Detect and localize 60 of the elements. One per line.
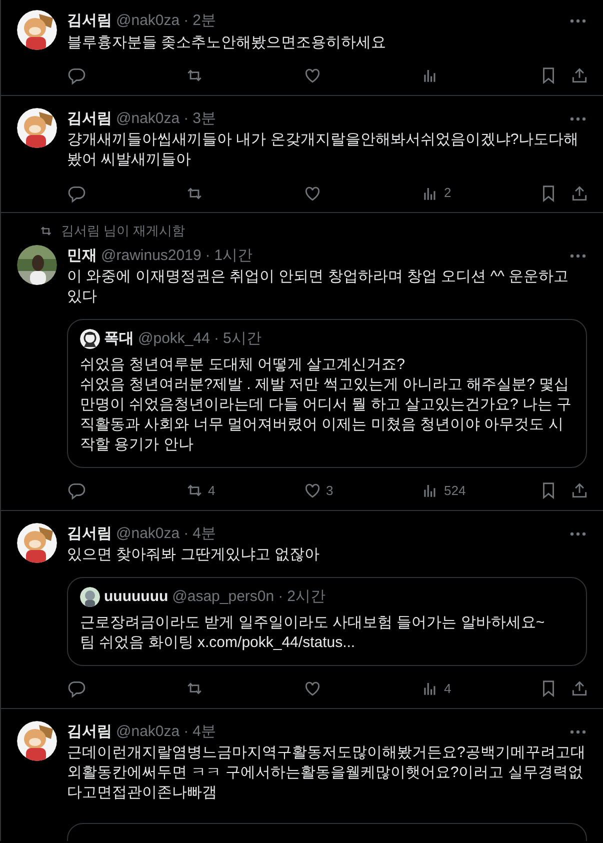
separator-dot: · — [214, 329, 219, 349]
heart-icon — [303, 679, 322, 698]
post-time[interactable]: 4분 — [192, 522, 216, 545]
author-name[interactable]: 김서림 — [67, 522, 112, 545]
post-time[interactable]: 3분 — [192, 108, 216, 130]
repost-label[interactable]: 김서림 님이 재게시함 — [61, 221, 186, 240]
reply-icon — [67, 679, 86, 698]
author-name[interactable]: 폭대 — [104, 328, 134, 350]
post-time[interactable]: 5시간 — [222, 328, 262, 350]
heart-icon — [303, 481, 322, 500]
author-handle[interactable]: @nak0za — [116, 720, 180, 743]
share-icon — [570, 66, 589, 85]
like-count[interactable]: 3 — [326, 480, 334, 500]
quote-card[interactable]: 폭대 @pokk_44 · 5시간 쉬었음 청년여루분 도대체 어떻게 살고계신거죠? 쉬었음 청년여러분?제발 . 제발 저만 썩고있는게 아니라고 해주실분? 몇십만명이 쉬었음청년이라는데 다들 어디서 뭘 하고 살고있는건가요? 나는 구직활동과 사회와 너무 멀어져버렸어 이제는 미쳤음 청년이야 아무것도 시작할 용기가 안나 — [67, 319, 587, 468]
reply-icon — [67, 66, 86, 85]
author-name[interactable]: 김서림 — [67, 720, 112, 743]
author-handle[interactable]: @asap_pers0n — [172, 586, 274, 608]
separator-dot: · — [205, 246, 210, 266]
view-count[interactable]: 4 — [444, 678, 452, 698]
heart-icon — [303, 66, 322, 85]
post-text: 이 와중에 이재명정권은 취업이 안되면 창업하라며 창업 오디션 ^^ 운운하고 있다 — [67, 267, 570, 307]
separator-dot: · — [278, 587, 284, 607]
repost-count[interactable]: 4 — [208, 480, 216, 500]
author-handle[interactable]: @nak0za — [116, 108, 180, 130]
quoted-text: 쉬었음 청년여루분 도대체 어떻게 살고계신거죠? 쉬었음 청년여러분?제발 . 제발 저만 썩고있는게 아니라고 해주실분? 몇십만명이 쉬었음청년이라는데 다들 어디서 뭘 하고 살고있는건가요? 나는 구직활동과 사회와 너무 멀어져버렸어 이제는 미쳤음 청년이야 아무것도 시작할 용기가 안나 — [80, 354, 573, 454]
author-handle[interactable]: @nak0za — [116, 522, 180, 545]
separator-dot: · — [184, 108, 189, 128]
reply-icon — [67, 184, 86, 202]
share-icon — [570, 679, 589, 698]
more-icon[interactable] — [569, 116, 587, 122]
post-text: 있으면 찾아줘봐 그딴게있냐고 없잖아 — [67, 545, 321, 565]
more-icon[interactable] — [569, 18, 587, 24]
author-handle[interactable]: @nak0za — [116, 10, 180, 32]
view-count[interactable]: 524 — [444, 480, 466, 500]
post-time[interactable]: 4분 — [192, 720, 216, 743]
reply-icon — [67, 481, 86, 500]
separator-dot: · — [184, 11, 189, 31]
more-icon[interactable] — [569, 728, 587, 735]
view-count[interactable]: 2 — [444, 183, 452, 203]
more-icon[interactable] — [569, 530, 587, 537]
author-name[interactable]: 김서림 — [67, 10, 112, 32]
post-text: 걍개새끼들아씹새끼들아 내가 온갖개지랄을안해봐서쉬었음이겠냐?나도다해봤어 씨발새끼들아 — [67, 130, 580, 170]
share-icon — [570, 184, 589, 202]
author-name[interactable]: 민재 — [67, 244, 97, 267]
quote-card[interactable]: uuuuuuu @asap_pers0n · 2시간 근로장려금이라도 받게 일주일이라도 사대보험 들어가는 알바하세요~ 팀 쉬었음 화이팅 x.com/pokk_44/status... — [67, 577, 587, 666]
quoted-text: 근로장려금이라도 받게 일주일이라도 사대보험 들어가는 알바하세요~ 팀 쉬었음 화이팅 x.com/pokk_44/status... — [80, 612, 546, 652]
author-handle[interactable]: @pokk_44 — [138, 328, 210, 350]
author-name[interactable]: uuuuuuu — [104, 586, 168, 608]
post-time[interactable]: 2시간 — [287, 586, 326, 608]
separator-dot: · — [184, 524, 189, 544]
more-icon[interactable] — [569, 252, 587, 259]
post-text: 블루흉자분들 좆소추노안해봤으면조용히하세요 — [67, 32, 388, 52]
post-text: 근데이런개지랄염병느금마지역구활동저도많이해봤거든요?공백기메꾸려고대외활동칸에써두면 ㅋㅋ 구에서하는활동을웰케많이햇어요?이러고 실무경력없다고면접관이존나빠갬 — [67, 743, 586, 803]
link[interactable]: x.com/pokk_44/status... — [198, 634, 356, 650]
author-name[interactable]: 김서림 — [67, 108, 112, 130]
post-time[interactable]: 1시간 — [214, 244, 253, 267]
separator-dot: · — [184, 722, 189, 742]
post-time[interactable]: 2분 — [192, 10, 216, 32]
author-handle[interactable]: @rawinus2019 — [101, 244, 202, 267]
share-icon — [570, 481, 589, 500]
